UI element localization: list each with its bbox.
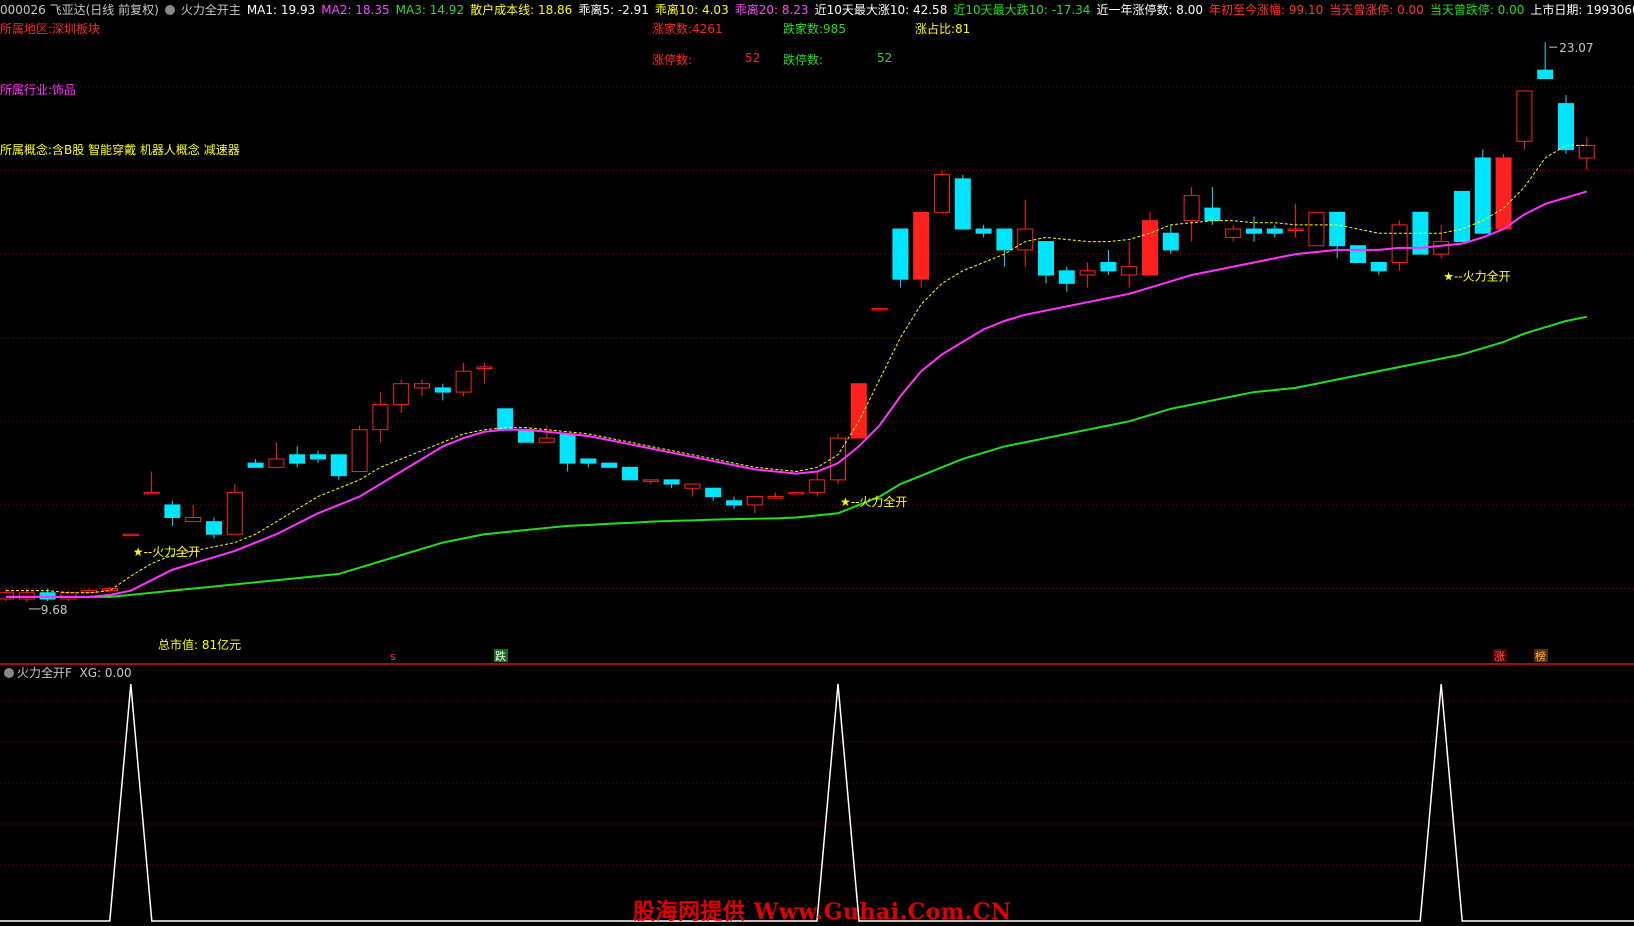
candle-body xyxy=(1516,90,1533,142)
candle-body xyxy=(726,500,742,506)
marker-s: s xyxy=(390,650,396,663)
candle-body xyxy=(601,462,618,468)
candle-body xyxy=(1058,270,1075,284)
lower-panel-title: 火力全开F XG: 0.00 xyxy=(0,664,132,682)
lower-indicator-name[interactable]: 火力全开F xyxy=(17,666,72,680)
candle-body xyxy=(289,454,306,464)
candle-body xyxy=(1266,228,1283,234)
candle-body xyxy=(455,370,472,393)
candle-body xyxy=(1287,228,1304,232)
candle-body xyxy=(1495,157,1512,230)
candle-body xyxy=(1391,224,1408,263)
candle-body xyxy=(809,479,826,493)
candle-body xyxy=(1350,245,1366,263)
candle-body xyxy=(102,588,118,592)
candle-body xyxy=(268,458,285,468)
candle-body xyxy=(1308,211,1325,247)
candle-body xyxy=(0,592,14,600)
candle-body xyxy=(1142,220,1158,276)
candle-body xyxy=(580,458,597,464)
candle-body xyxy=(1204,207,1221,222)
cost-line xyxy=(6,144,1587,594)
candle-body xyxy=(122,533,139,537)
candle-body xyxy=(684,483,701,489)
candle-body xyxy=(642,479,659,482)
candle-body xyxy=(934,174,950,213)
candle-body xyxy=(996,228,1013,251)
candle-body xyxy=(518,429,534,443)
candle-body xyxy=(1474,157,1491,234)
ma2-line xyxy=(6,190,1588,598)
candle-body xyxy=(497,408,514,431)
xg-value: XG: 0.00 xyxy=(79,666,132,680)
candle-body xyxy=(1578,144,1595,159)
candle-body xyxy=(767,496,784,499)
candle-body xyxy=(871,307,888,311)
kline-chart[interactable]: ★--火力全开 ★--火力全开 ★--火力全开 23.07 9.68 s 跌 涨 榜 xyxy=(0,0,1634,926)
candle-body xyxy=(622,466,638,481)
candle-body xyxy=(913,211,930,280)
candle-body xyxy=(1454,190,1470,243)
low-price-label: 9.68 xyxy=(41,603,68,617)
candle-body xyxy=(892,228,909,280)
candle-body xyxy=(1225,228,1242,238)
candle-body xyxy=(788,491,805,495)
candle-body xyxy=(372,404,389,431)
candle-body xyxy=(1370,261,1387,272)
candle-body xyxy=(1433,241,1450,255)
candle-body xyxy=(476,366,493,369)
ma3-line xyxy=(6,315,1587,598)
candle-body xyxy=(1537,69,1554,80)
candle-body xyxy=(1100,261,1117,272)
signal-label: ★--火力全开 xyxy=(840,494,907,509)
candle-body xyxy=(414,383,430,389)
candle-body xyxy=(1246,228,1262,234)
candle-body xyxy=(1017,228,1034,251)
candle-body xyxy=(164,504,181,518)
candle-body xyxy=(393,383,410,406)
candle-body xyxy=(705,487,722,498)
watermark: 股海网提供 Www.Guhai.Com.CN xyxy=(633,899,1012,925)
candle-body xyxy=(1121,266,1138,276)
candle-body xyxy=(1558,103,1574,151)
candle-body xyxy=(663,479,680,485)
marker-bang: 榜 xyxy=(1535,649,1546,663)
candle-body xyxy=(60,592,77,600)
candle-body xyxy=(143,491,160,495)
candle-body xyxy=(975,228,992,234)
signal-label: ★--火力全开 xyxy=(133,544,200,559)
marker-zhang: 涨 xyxy=(1494,650,1505,663)
candle-body xyxy=(81,590,98,594)
candle-body xyxy=(185,516,202,523)
candle-body xyxy=(746,496,763,506)
signal-label: ★--火力全开 xyxy=(1443,268,1510,283)
candle-body xyxy=(1329,211,1346,247)
candle-body xyxy=(1079,270,1096,276)
candle-body xyxy=(559,433,576,464)
candle-body xyxy=(434,387,451,393)
candle-body xyxy=(1038,241,1054,276)
candle-body xyxy=(247,462,264,468)
candle-body xyxy=(1183,195,1200,222)
candle-body xyxy=(954,178,971,230)
candle-body xyxy=(226,491,243,535)
candle-body xyxy=(1162,232,1179,251)
candle-body xyxy=(538,437,555,443)
candle-body xyxy=(310,454,326,460)
candle-body xyxy=(351,429,368,473)
candle-body xyxy=(39,592,56,600)
xg-signal-line xyxy=(0,683,1634,922)
candle-body xyxy=(206,521,222,535)
candle-body xyxy=(330,454,347,477)
candle-body xyxy=(18,592,35,600)
marker-die: 跌 xyxy=(495,649,506,663)
gear-icon[interactable] xyxy=(4,668,14,678)
high-price-label: 23.07 xyxy=(1559,41,1593,55)
